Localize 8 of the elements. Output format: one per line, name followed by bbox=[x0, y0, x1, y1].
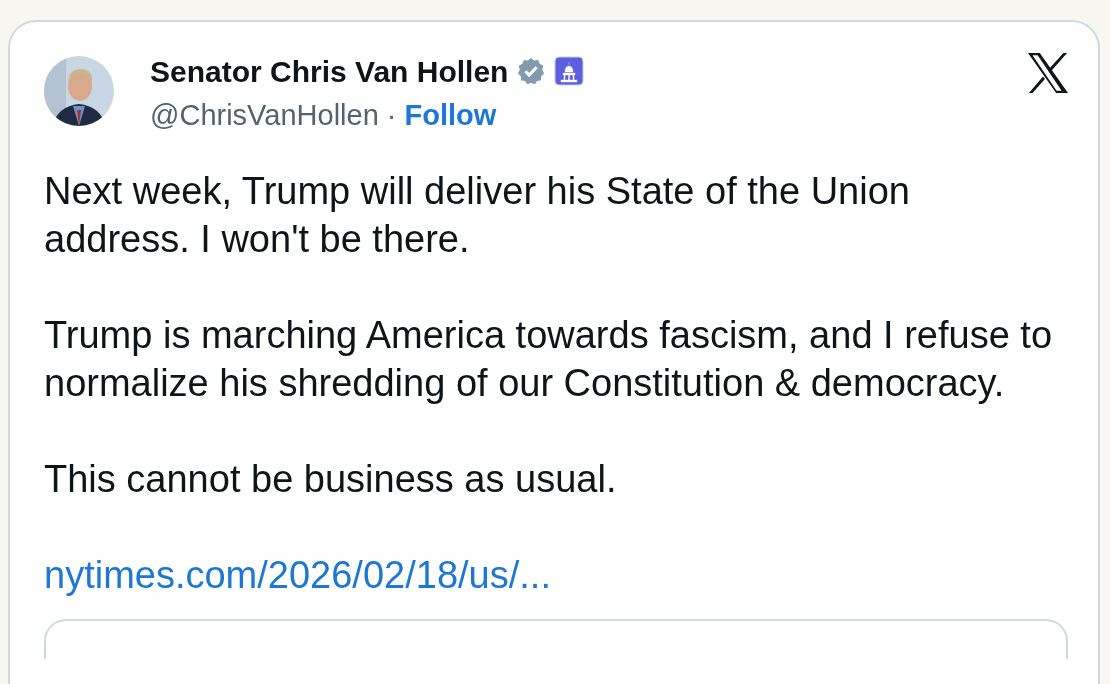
tweet-paragraph: Next week, Trump will deliver his State of the Union address. I won't be there. bbox=[44, 169, 911, 262]
follow-link[interactable]: Follow bbox=[404, 94, 497, 138]
article-link[interactable]: nytimes.com/2026/02/18/us/... bbox=[44, 551, 551, 599]
author-name: Senator Chris Van Hollen bbox=[150, 53, 509, 90]
tweet-paragraph: Trump is marching America towards fascism, and I refuse to normalize his shredding of our Constitution & democracy. bbox=[44, 313, 1054, 406]
author-handle[interactable]: @ChrisVanHollen bbox=[150, 94, 379, 138]
separator: · bbox=[386, 98, 397, 134]
tweet-paragraph: This cannot be business as usual. bbox=[44, 457, 618, 502]
